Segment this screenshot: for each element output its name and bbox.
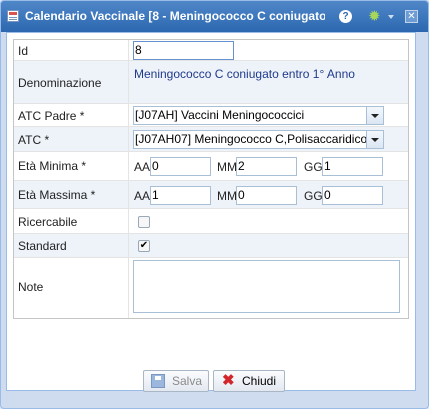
eta-massima-gg-label: GG bbox=[304, 189, 323, 203]
row-standard: Standard ✔ bbox=[14, 234, 408, 258]
eta-minima-label: Età Minima * bbox=[18, 159, 87, 173]
help-icon[interactable]: ? bbox=[339, 10, 352, 23]
row-note: Note bbox=[14, 258, 408, 318]
window-title: Calendario Vaccinale [8 - Meningococco C… bbox=[25, 9, 325, 23]
note-textarea[interactable] bbox=[133, 260, 400, 313]
atc-padre-value: [J07AH] Vaccini Meningococcici bbox=[135, 108, 305, 122]
note-label: Note bbox=[18, 280, 44, 294]
chevron-down-icon[interactable] bbox=[366, 107, 383, 124]
atc-label: ATC * bbox=[18, 133, 50, 147]
eta-massima-aa-field[interactable]: 1 bbox=[150, 186, 211, 205]
chevron-down-icon[interactable] bbox=[388, 15, 394, 19]
bug-icon[interactable]: ✹ bbox=[368, 9, 388, 25]
row-denominazione: Denominazione Meningococco C coniugato e… bbox=[14, 61, 408, 104]
eta-minima-aa-label: AA bbox=[134, 160, 151, 174]
save-button-label: Salva bbox=[172, 374, 203, 388]
dialog-window: Calendario Vaccinale [8 - Meningococco C… bbox=[0, 0, 429, 409]
save-icon bbox=[151, 374, 165, 388]
atc-padre-select[interactable]: [J07AH] Vaccini Meningococcici bbox=[133, 106, 384, 125]
title-bar[interactable]: Calendario Vaccinale [8 - Meningococco C… bbox=[1, 1, 428, 32]
eta-minima-mm-label: MM bbox=[217, 160, 237, 174]
row-eta-minima: Età Minima * AA 0 MM 2 GG 1 bbox=[14, 152, 408, 181]
close-icon[interactable]: ✕ bbox=[405, 10, 418, 23]
denominazione-value: Meningococco C coniugato entro 1° Anno bbox=[134, 67, 355, 81]
save-button[interactable]: Salva bbox=[143, 370, 209, 392]
standard-label: Standard bbox=[18, 239, 67, 253]
row-id: Id 8 bbox=[14, 40, 408, 61]
eta-minima-aa-field[interactable]: 0 bbox=[150, 157, 211, 176]
atc-select[interactable]: [J07AH07] Meningococco C,Polisaccaridico bbox=[133, 130, 384, 149]
id-label: Id bbox=[18, 44, 29, 58]
eta-massima-gg-field[interactable]: 0 bbox=[322, 186, 383, 205]
standard-checkbox[interactable]: ✔ bbox=[138, 240, 150, 252]
eta-massima-label: Età Massima * bbox=[18, 188, 96, 202]
row-eta-massima: Età Massima * AA 1 MM 0 GG 0 bbox=[14, 181, 408, 209]
vaccine-form: Id 8 Denominazione Meningococco C coniug… bbox=[13, 39, 409, 319]
ricercabile-label: Ricercabile bbox=[18, 215, 78, 229]
row-atc-padre: ATC Padre * [J07AH] Vaccini Meningococci… bbox=[14, 104, 408, 127]
eta-massima-mm-field[interactable]: 0 bbox=[236, 186, 297, 205]
denominazione-label: Denominazione bbox=[18, 76, 102, 90]
chevron-down-icon[interactable] bbox=[366, 131, 383, 148]
eta-minima-mm-field[interactable]: 2 bbox=[236, 157, 297, 176]
eta-massima-aa-label: AA bbox=[134, 189, 151, 203]
calendar-icon bbox=[7, 10, 19, 22]
id-field[interactable]: 8 bbox=[133, 41, 234, 60]
atc-value: [J07AH07] Meningococco C,Polisaccaridico bbox=[135, 132, 368, 146]
column-divider bbox=[128, 40, 129, 318]
close-button[interactable]: ✖ Chiudi bbox=[213, 370, 285, 392]
row-atc: ATC * [J07AH07] Meningococco C,Polisacca… bbox=[14, 127, 408, 152]
eta-minima-gg-label: GG bbox=[304, 160, 323, 174]
atc-padre-label: ATC Padre * bbox=[18, 109, 85, 123]
row-ricercabile: Ricercabile bbox=[14, 209, 408, 234]
dialog-body: Id 8 Denominazione Meningococco C coniug… bbox=[6, 32, 416, 392]
eta-massima-mm-label: MM bbox=[217, 189, 237, 203]
close-icon: ✖ bbox=[222, 372, 235, 389]
ricercabile-checkbox[interactable] bbox=[138, 216, 150, 228]
close-button-label: Chiudi bbox=[242, 374, 277, 388]
eta-minima-gg-field[interactable]: 1 bbox=[322, 157, 383, 176]
